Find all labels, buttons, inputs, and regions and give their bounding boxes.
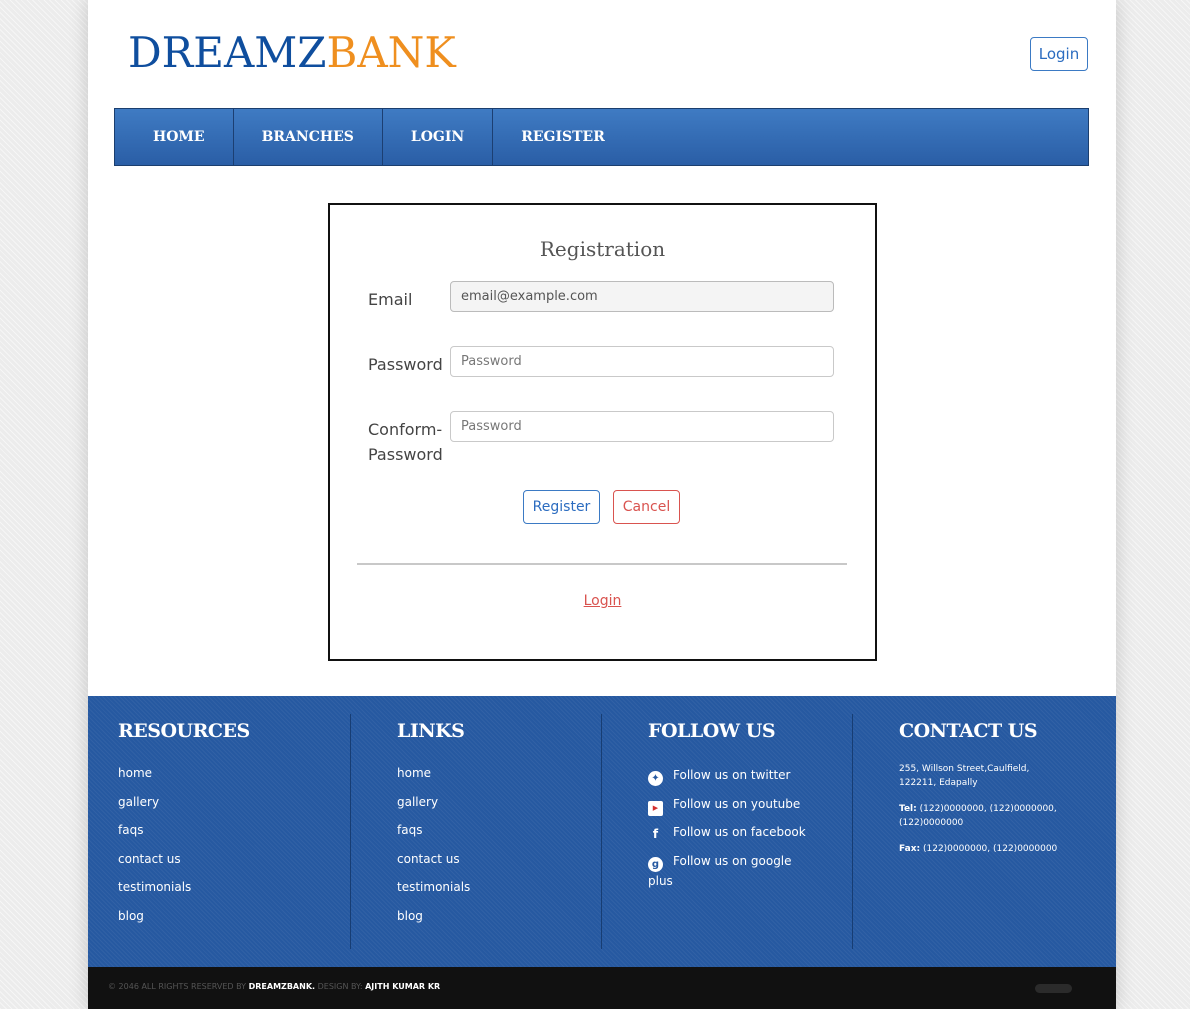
confirm-password-label: Conform- Password bbox=[368, 417, 443, 467]
follow-facebook-label: Follow us on facebook bbox=[673, 825, 806, 840]
email-field[interactable] bbox=[450, 281, 834, 312]
footer-resources-title: RESOURCES bbox=[118, 720, 250, 742]
scroll-to-top-button[interactable] bbox=[1035, 984, 1072, 993]
footer-resources-column: RESOURCES home gallery faqs contact us t… bbox=[118, 714, 348, 949]
main-navbar: HOME BRANCHES LOGIN REGISTER bbox=[114, 108, 1089, 166]
nav-item-home[interactable]: HOME bbox=[115, 109, 234, 165]
copyright-brand-link[interactable]: DREAMZBANK. bbox=[249, 982, 315, 991]
register-button[interactable]: Register bbox=[523, 490, 600, 524]
contact-tel-label: Tel: bbox=[899, 804, 917, 814]
confirm-password-field[interactable] bbox=[450, 411, 834, 442]
confirm-password-label-line2: Password bbox=[368, 445, 443, 464]
footer-resources-link[interactable]: faqs bbox=[118, 823, 348, 852]
contact-tel: Tel: (122)0000000, (122)0000000, (122)00… bbox=[899, 802, 1069, 830]
copyright-bar: © 2046 ALL RIGHTS RESERVED BY DREAMZBANK… bbox=[88, 967, 1116, 1009]
contact-fax-value: (122)0000000, (122)0000000 bbox=[922, 844, 1058, 854]
follow-facebook-link[interactable]: f Follow us on facebook bbox=[648, 823, 848, 852]
registration-title: Registration bbox=[539, 237, 666, 261]
copyright-prefix: © 2046 ALL RIGHTS RESERVED BY bbox=[108, 982, 247, 991]
email-label: Email bbox=[368, 290, 413, 309]
follow-twitter-label: Follow us on twitter bbox=[673, 768, 791, 782]
nav-item-register[interactable]: REGISTER bbox=[493, 109, 633, 165]
facebook-icon: f bbox=[652, 827, 659, 842]
brand-logo-part1: DREAMZ bbox=[128, 28, 327, 77]
contact-fax: Fax: (122)0000000, (122)0000000 bbox=[899, 842, 1069, 856]
follow-google-plus-label-line2: plus bbox=[648, 873, 673, 888]
follow-youtube-label: Follow us on youtube bbox=[673, 796, 801, 811]
follow-google-plus-label: Follow us on google bbox=[673, 853, 792, 868]
footer-resources-link[interactable]: home bbox=[118, 766, 348, 795]
form-divider bbox=[357, 563, 847, 565]
follow-youtube-link[interactable]: ▶ Follow us on youtube bbox=[648, 795, 848, 824]
footer-contact-column: CONTACT US 255, Willson Street,Caulfield… bbox=[852, 714, 1099, 949]
footer-resources-link[interactable]: gallery bbox=[118, 795, 348, 824]
footer-follow-title: FOLLOW US bbox=[648, 720, 776, 742]
nav-item-login[interactable]: LOGIN bbox=[383, 109, 494, 165]
registration-card: Registration Email Password Conform- Pas… bbox=[328, 203, 877, 661]
designer-link[interactable]: AJITH KUMAR KR bbox=[365, 982, 440, 991]
footer-resources-link[interactable]: contact us bbox=[118, 852, 348, 881]
google-plus-icon: g bbox=[648, 856, 663, 872]
page-container: DREAMZBANK Login HOME BRANCHES LOGIN REG… bbox=[88, 0, 1116, 1009]
youtube-icon: ▶ bbox=[648, 800, 663, 816]
brand-logo-part2: BANK bbox=[326, 28, 456, 77]
footer-resources-link[interactable]: blog bbox=[118, 909, 348, 938]
follow-google-plus-link[interactable]: g Follow us on google plus bbox=[648, 852, 848, 891]
header-login-button[interactable]: Login bbox=[1030, 37, 1088, 71]
contact-address: 255, Willson Street,Caulfield, 122211, E… bbox=[899, 764, 1030, 788]
nav-item-branches[interactable]: BRANCHES bbox=[234, 109, 383, 165]
footer-resources-link[interactable]: testimonials bbox=[118, 880, 348, 909]
contact-tel-value: (122)0000000, (122)0000000, (122)0000000 bbox=[899, 804, 1057, 828]
follow-twitter-link[interactable]: ✦ Follow us on twitter bbox=[648, 766, 848, 795]
footer-contact-title: CONTACT US bbox=[899, 720, 1038, 742]
copyright-text: © 2046 ALL RIGHTS RESERVED BY DREAMZBANK… bbox=[108, 982, 440, 991]
login-link[interactable]: Login bbox=[330, 593, 875, 609]
design-by-prefix: DESIGN BY: bbox=[317, 982, 363, 991]
twitter-icon: ✦ bbox=[648, 771, 663, 786]
confirm-password-label-line1: Conform- bbox=[368, 420, 443, 439]
contact-fax-label: Fax: bbox=[899, 844, 921, 854]
cancel-button[interactable]: Cancel bbox=[613, 490, 680, 524]
footer: RESOURCES home gallery faqs contact us t… bbox=[88, 696, 1116, 967]
footer-follow-column: FOLLOW US ✦ Follow us on twitter ▶ Follow … bbox=[601, 714, 848, 949]
password-label: Password bbox=[368, 355, 443, 374]
brand-logo[interactable]: DREAMZBANK bbox=[128, 28, 456, 78]
password-field[interactable] bbox=[450, 346, 834, 377]
